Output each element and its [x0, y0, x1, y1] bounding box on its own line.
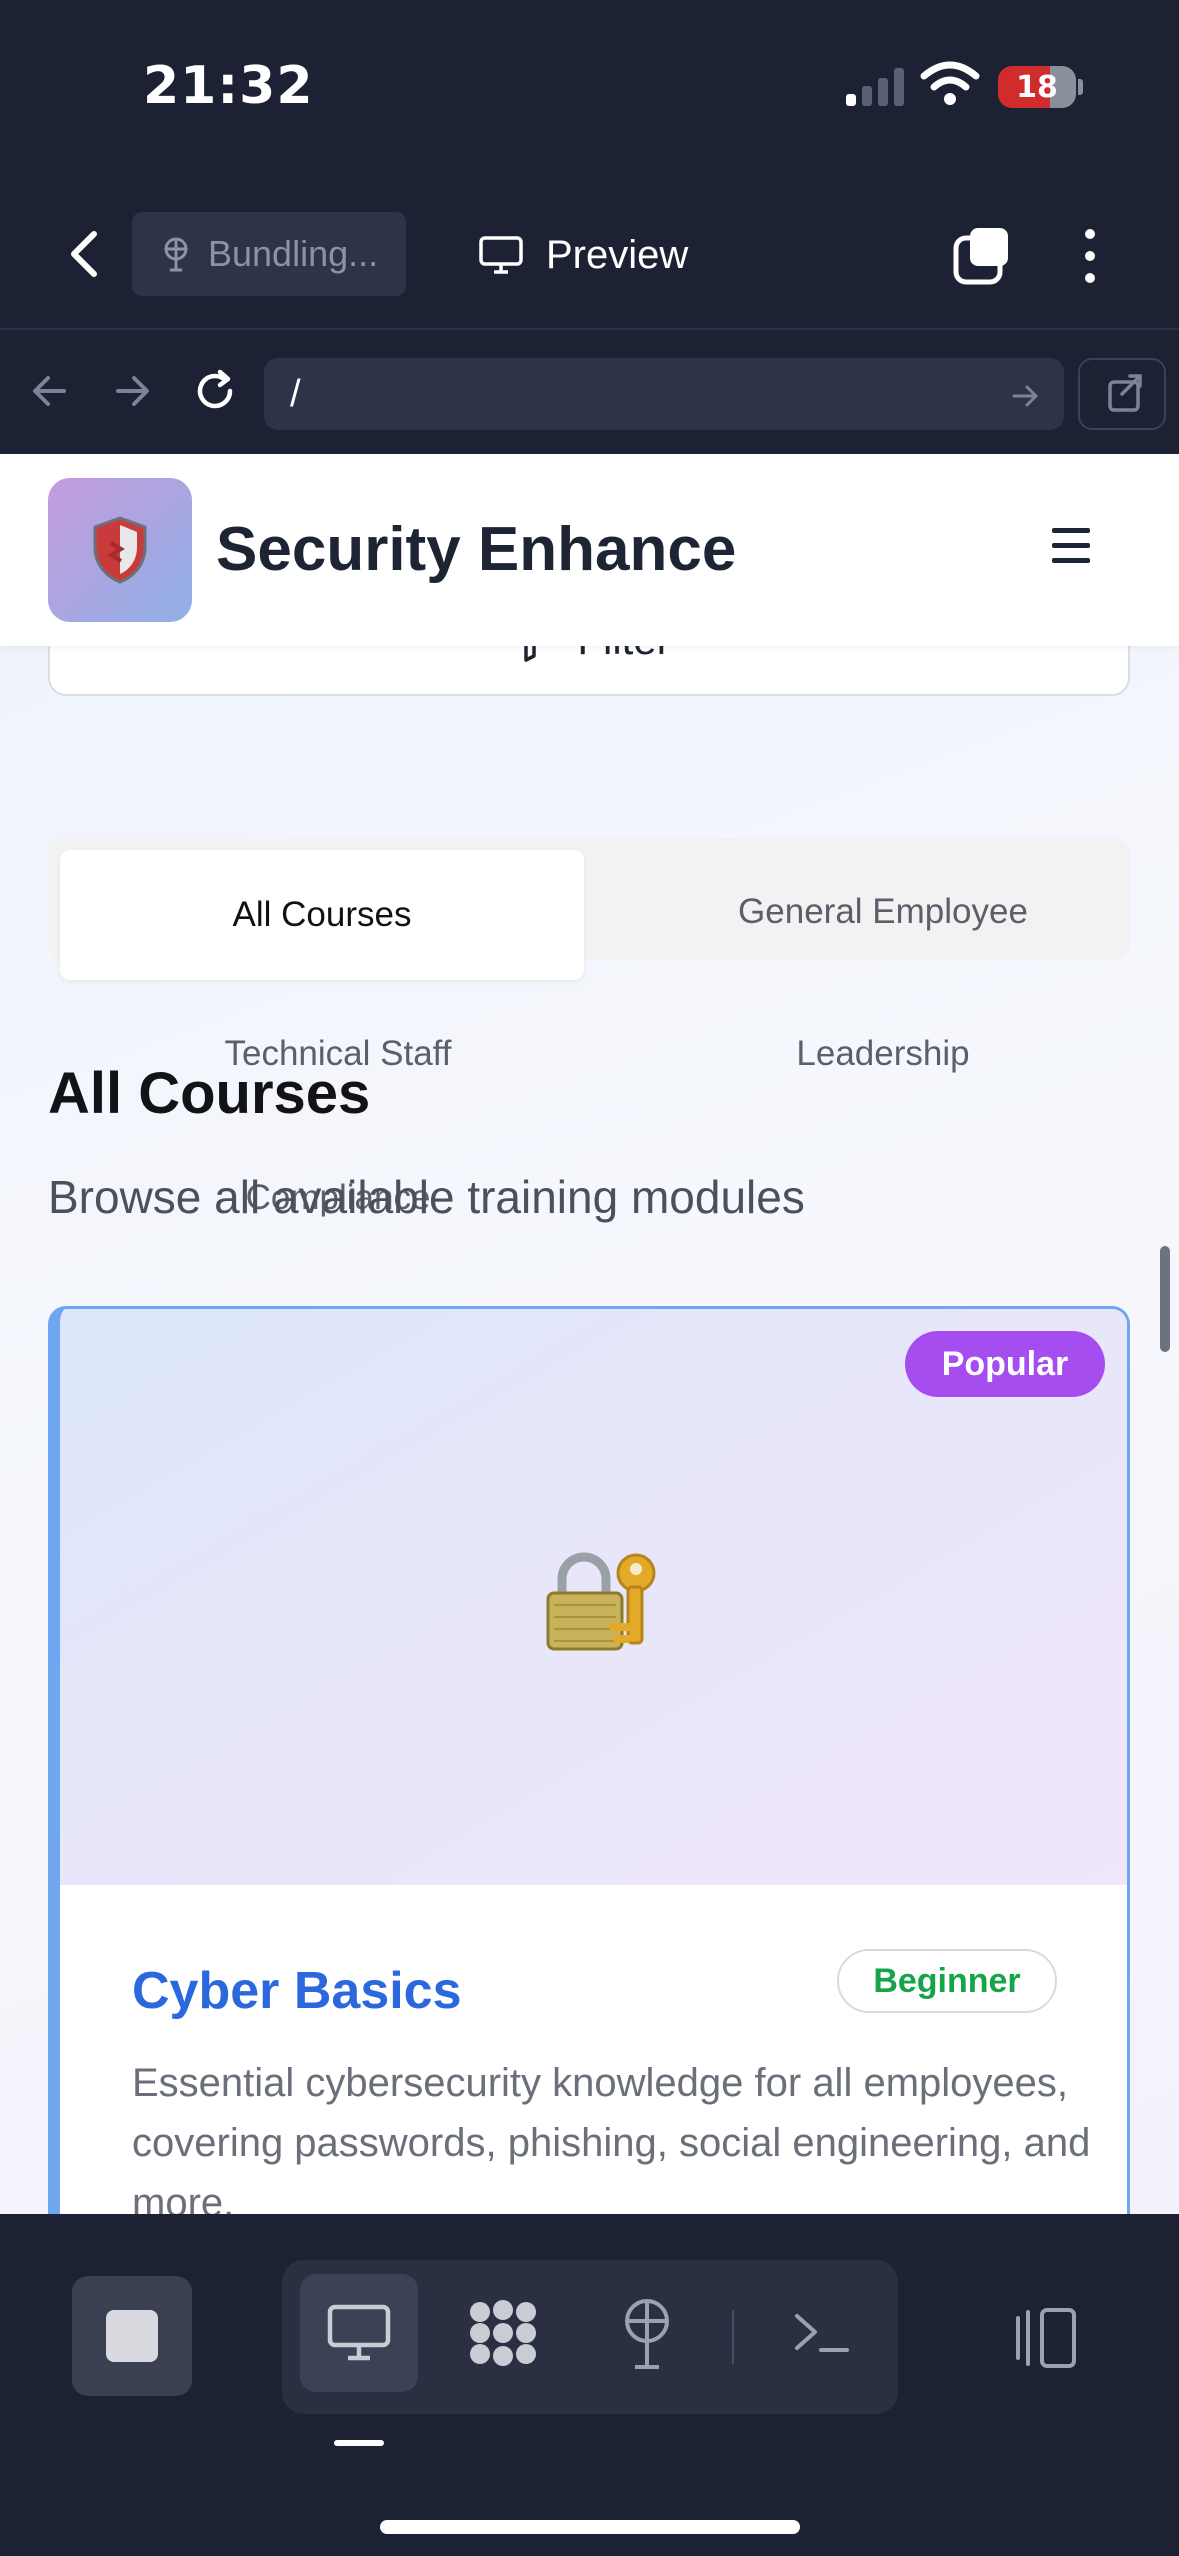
back-chevron-icon[interactable] — [56, 224, 112, 284]
battery-nub — [1078, 79, 1083, 95]
section-subtitle: Browse all available training modules — [48, 1171, 805, 1223]
tab-leadership[interactable]: Leadership — [648, 1034, 1118, 1074]
external-link-icon — [1108, 374, 1142, 412]
cellular-signal-icon — [846, 66, 906, 106]
web-preview: Filter Security Enhance All Courses Gene… — [0, 454, 1179, 2214]
course-hero: Popular — [60, 1309, 1127, 1885]
globe-antenna-icon — [164, 237, 188, 272]
preview-button[interactable]: Preview — [478, 220, 688, 290]
course-card[interactable]: Popular Cyber Basics Beginner Essential … — [48, 1306, 1130, 2214]
wifi-icon — [920, 61, 980, 105]
apps-view-button[interactable] — [444, 2274, 562, 2392]
status-time: 21:32 — [143, 56, 314, 116]
preview-view-button[interactable] — [300, 2274, 418, 2392]
hamburger-menu-icon[interactable] — [1052, 528, 1090, 572]
bundling-label: Bundling... — [208, 233, 379, 274]
monitor-icon — [479, 236, 523, 274]
globe-antenna-icon — [625, 2299, 669, 2369]
shield-logo-icon — [48, 478, 192, 622]
level-badge: Beginner — [837, 1949, 1057, 2013]
battery-icon: 18 — [998, 66, 1076, 108]
scrollbar-thumb[interactable] — [1160, 1246, 1170, 1352]
open-external-button[interactable] — [1078, 358, 1166, 430]
dots-cluster-icon — [470, 2300, 536, 2366]
course-description: Essential cybersecurity knowledge for al… — [132, 2061, 1091, 2214]
terminal-view-button[interactable] — [762, 2274, 880, 2392]
browser-back-icon[interactable] — [24, 366, 74, 416]
url-text: / — [290, 372, 301, 415]
status-bar: 21:32 18 — [0, 0, 1179, 180]
site-title: Security Enhance — [216, 515, 737, 584]
category-tabs: All Courses General Employee Technical S… — [48, 838, 1130, 1217]
popular-badge: Popular — [905, 1331, 1105, 1397]
preview-label: Preview — [546, 232, 689, 277]
browser-url-bar: / — [0, 330, 1179, 454]
lock-with-key-icon — [546, 1552, 656, 1651]
bottom-dock — [0, 2214, 1179, 2556]
dock-separator — [732, 2310, 734, 2364]
active-view-indicator — [334, 2440, 384, 2446]
home-indicator[interactable] — [380, 2520, 800, 2534]
monitor-icon — [327, 2304, 391, 2361]
more-vertical-icon[interactable] — [1070, 224, 1110, 288]
network-view-button[interactable] — [588, 2274, 706, 2392]
site-header: Security Enhance — [0, 454, 1179, 646]
tab-general-employee[interactable]: General Employee — [648, 892, 1118, 932]
stop-square-icon — [106, 2310, 158, 2362]
section-title: All Courses — [48, 1061, 371, 1126]
go-arrow-icon[interactable] — [1008, 378, 1044, 414]
browser-forward-icon[interactable] — [108, 366, 158, 416]
tab-all-courses[interactable]: All Courses — [60, 850, 584, 980]
course-title[interactable]: Cyber Basics — [132, 1961, 462, 2021]
battery-level: 18 — [1016, 69, 1058, 105]
dock-view-switcher — [282, 2260, 898, 2414]
reload-icon[interactable] — [190, 366, 240, 416]
stop-button[interactable] — [72, 2276, 192, 2396]
app-toolbar: Bundling... Preview — [0, 180, 1179, 330]
device-layout-icon[interactable] — [1008, 2306, 1080, 2370]
terminal-prompt-icon — [795, 2314, 849, 2352]
bundling-status-chip[interactable]: Bundling... — [132, 212, 406, 296]
tabs-icon[interactable] — [950, 224, 1014, 288]
url-input[interactable]: / — [264, 358, 1064, 430]
